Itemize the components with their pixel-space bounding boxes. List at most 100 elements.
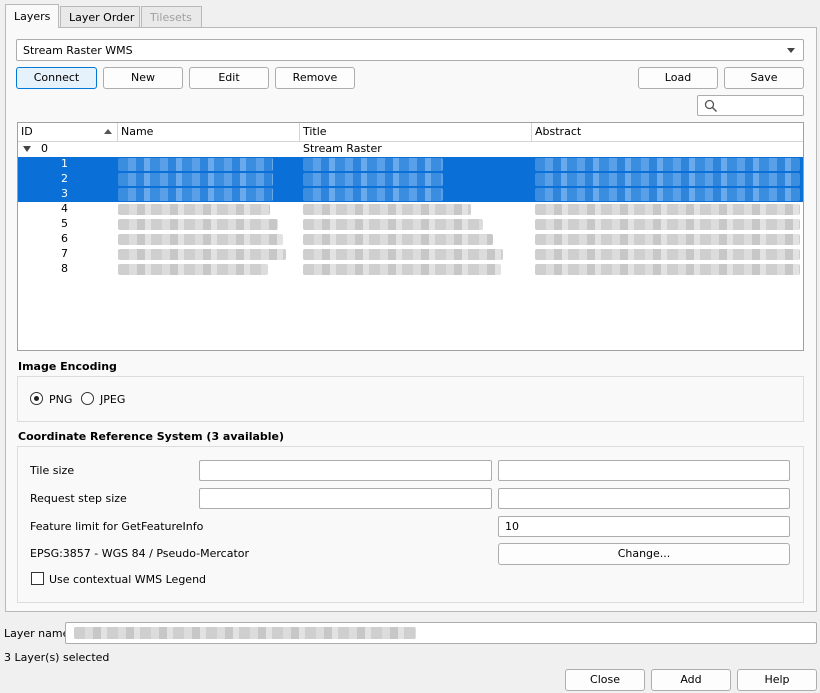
table-row[interactable]: 7 bbox=[18, 247, 803, 262]
redacted-name bbox=[118, 219, 278, 230]
feature-limit-label: Feature limit for GetFeatureInfo bbox=[30, 520, 204, 533]
connect-button[interactable]: Connect bbox=[16, 67, 97, 89]
tree-row-root-title: Stream Raster bbox=[303, 142, 382, 155]
contextual-legend-checkbox[interactable]: Use contextual WMS Legend bbox=[31, 571, 231, 587]
edit-button-label: Edit bbox=[218, 71, 240, 84]
table-row[interactable]: 6 bbox=[18, 232, 803, 247]
column-header-abstract-label: Abstract bbox=[535, 125, 582, 138]
tab-layers-label: Layers bbox=[14, 10, 51, 23]
redacted-title bbox=[303, 204, 471, 215]
redacted-abstract bbox=[535, 249, 800, 260]
connection-combobox[interactable]: Stream Raster WMS bbox=[16, 39, 804, 61]
layers-tree[interactable]: ID Name Title Abstract 0 Stream Raster 1… bbox=[17, 122, 804, 351]
save-button[interactable]: Save bbox=[724, 67, 804, 89]
sort-ascending-icon bbox=[104, 129, 112, 134]
column-header-abstract[interactable]: Abstract bbox=[532, 123, 803, 141]
save-button-label: Save bbox=[750, 71, 778, 84]
add-button[interactable]: Add bbox=[651, 669, 731, 691]
redacted-name bbox=[118, 158, 273, 171]
row-id: 1 bbox=[61, 157, 68, 170]
redacted-abstract bbox=[535, 234, 800, 245]
status-text: 3 Layer(s) selected bbox=[4, 651, 110, 664]
tile-size-height-input[interactable] bbox=[498, 460, 790, 481]
table-row[interactable]: 3 bbox=[18, 187, 803, 202]
row-id: 4 bbox=[61, 202, 68, 215]
column-header-id-label: ID bbox=[21, 125, 33, 138]
feature-limit-input[interactable]: 10 bbox=[498, 516, 790, 537]
redacted-title bbox=[303, 188, 443, 201]
redacted-name bbox=[118, 234, 283, 245]
image-encoding-title: Image Encoding bbox=[18, 360, 117, 373]
redacted-title bbox=[303, 249, 503, 260]
png-radio-label: PNG bbox=[49, 393, 73, 406]
request-step-label: Request step size bbox=[30, 492, 127, 505]
crs-title: Coordinate Reference System (3 available… bbox=[18, 430, 285, 443]
row-id: 2 bbox=[61, 172, 68, 185]
redacted-title bbox=[303, 158, 443, 171]
jpeg-radio[interactable]: JPEG bbox=[81, 391, 141, 407]
jpeg-radio-label: JPEG bbox=[100, 393, 126, 406]
redacted-title bbox=[303, 264, 501, 275]
column-header-title[interactable]: Title bbox=[300, 123, 532, 141]
contextual-legend-label: Use contextual WMS Legend bbox=[49, 573, 207, 586]
jpeg-radio-indicator[interactable] bbox=[81, 392, 94, 405]
redacted-layer-name bbox=[74, 627, 416, 639]
row-id: 6 bbox=[61, 232, 68, 245]
connect-button-label: Connect bbox=[33, 71, 80, 84]
row-id: 8 bbox=[61, 262, 68, 275]
tile-size-label: Tile size bbox=[30, 464, 75, 477]
tile-size-width-input[interactable] bbox=[199, 460, 492, 481]
remove-button[interactable]: Remove bbox=[275, 67, 355, 89]
load-button[interactable]: Load bbox=[638, 67, 718, 89]
table-row[interactable]: 8 bbox=[18, 262, 803, 277]
row-id: 7 bbox=[61, 247, 68, 260]
search-input[interactable] bbox=[697, 95, 804, 116]
tab-tilesets: Tilesets bbox=[141, 6, 202, 27]
table-row[interactable]: 4 bbox=[18, 202, 803, 217]
new-button-label: New bbox=[131, 71, 155, 84]
change-crs-button[interactable]: Change... bbox=[498, 543, 790, 565]
redacted-name bbox=[118, 204, 270, 215]
contextual-legend-checkbox-box[interactable] bbox=[31, 572, 44, 585]
crs-label: EPSG:3857 - WGS 84 / Pseudo-Mercator bbox=[30, 547, 250, 560]
redacted-name bbox=[118, 173, 273, 186]
redacted-abstract bbox=[535, 264, 800, 275]
layer-name-input[interactable] bbox=[65, 622, 817, 644]
row-id: 5 bbox=[61, 217, 68, 230]
request-step-height-input[interactable] bbox=[498, 488, 790, 509]
column-header-name[interactable]: Name bbox=[118, 123, 300, 141]
connection-combobox-value: Stream Raster WMS bbox=[23, 44, 133, 57]
redacted-abstract bbox=[535, 219, 800, 230]
redacted-abstract bbox=[535, 158, 800, 171]
load-button-label: Load bbox=[664, 71, 692, 84]
tab-tilesets-label: Tilesets bbox=[150, 11, 192, 24]
redacted-abstract bbox=[535, 188, 800, 201]
tree-row-root[interactable]: 0 Stream Raster bbox=[18, 142, 803, 157]
column-header-name-label: Name bbox=[121, 125, 154, 138]
edit-button[interactable]: Edit bbox=[189, 67, 269, 89]
expand-arrow-icon[interactable] bbox=[23, 146, 31, 152]
new-button[interactable]: New bbox=[103, 67, 183, 89]
table-row[interactable]: 5 bbox=[18, 217, 803, 232]
redacted-name bbox=[118, 249, 286, 260]
row-id: 3 bbox=[61, 187, 68, 200]
close-button[interactable]: Close bbox=[565, 669, 645, 691]
column-header-title-label: Title bbox=[303, 125, 327, 138]
png-radio-indicator[interactable] bbox=[30, 392, 43, 405]
help-button[interactable]: Help bbox=[737, 669, 817, 691]
tab-layers[interactable]: Layers bbox=[5, 4, 59, 28]
redacted-name bbox=[118, 264, 268, 275]
layer-name-label: Layer name bbox=[4, 627, 70, 640]
redacted-abstract bbox=[535, 173, 800, 186]
table-row[interactable]: 2 bbox=[18, 172, 803, 187]
search-icon bbox=[704, 99, 718, 113]
help-button-label: Help bbox=[764, 673, 790, 686]
tree-row-root-id: 0 bbox=[41, 142, 48, 155]
close-button-label: Close bbox=[590, 673, 620, 686]
request-step-width-input[interactable] bbox=[199, 488, 492, 509]
column-header-id[interactable]: ID bbox=[18, 123, 118, 141]
table-row[interactable]: 1 bbox=[18, 157, 803, 172]
add-button-label: Add bbox=[680, 673, 702, 686]
tab-layer-order[interactable]: Layer Order bbox=[60, 6, 140, 27]
image-encoding-group: PNG JPEG bbox=[17, 376, 804, 422]
